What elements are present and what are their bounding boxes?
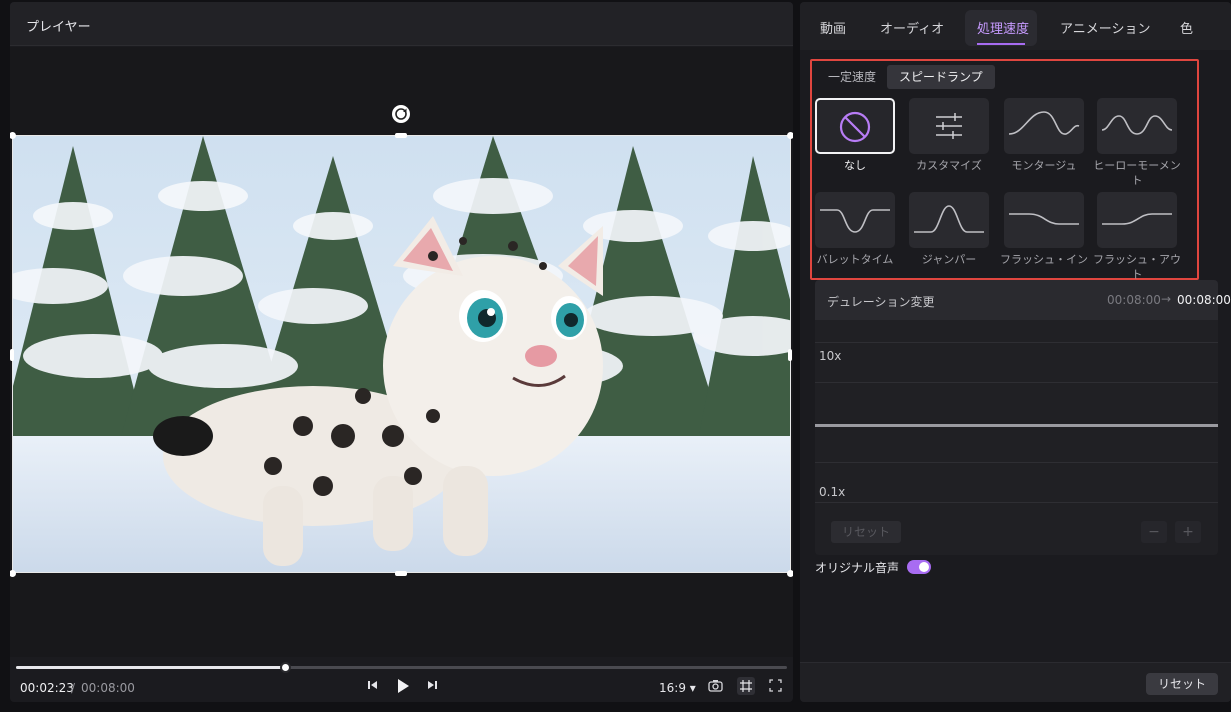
preset-bullet-time[interactable]: バレットタイム bbox=[815, 192, 897, 267]
jumper-curve-icon bbox=[914, 205, 984, 233]
preset-jumper[interactable]: ジャンパー bbox=[909, 192, 991, 267]
current-time: 00:02:23 bbox=[20, 681, 74, 695]
grid-line bbox=[815, 382, 1218, 383]
rotate-icon[interactable] bbox=[392, 105, 410, 123]
tab-speed-ramp[interactable]: スピードランプ bbox=[887, 65, 995, 89]
preset-montage[interactable]: モンタージュ bbox=[1004, 98, 1086, 173]
add-point-button[interactable]: + bbox=[1175, 521, 1201, 543]
preset-label: ジャンパー bbox=[921, 253, 977, 266]
preset-tile bbox=[1097, 98, 1177, 154]
video-thumbnail bbox=[13, 136, 790, 572]
fullscreen-icon[interactable] bbox=[769, 679, 782, 696]
prev-frame-icon[interactable] bbox=[367, 679, 379, 695]
preset-tile bbox=[1004, 192, 1084, 248]
preset-label: バレットタイム bbox=[816, 253, 894, 266]
preset-tile bbox=[909, 192, 989, 248]
playback-scrubber[interactable] bbox=[16, 662, 787, 673]
preset-none[interactable]: なし bbox=[815, 98, 897, 173]
original-audio-label: オリジナル音声 bbox=[815, 561, 900, 575]
tab-speed[interactable]: 処理速度 bbox=[977, 18, 1029, 37]
preset-customize[interactable]: カスタマイズ bbox=[909, 98, 991, 173]
resize-handle-bl[interactable] bbox=[10, 570, 16, 577]
time-separator: / bbox=[71, 681, 76, 695]
preset-tile bbox=[1097, 192, 1177, 248]
resize-handle-top[interactable] bbox=[395, 133, 407, 138]
next-frame-icon[interactable] bbox=[426, 679, 438, 695]
active-tab-underline bbox=[977, 43, 1025, 45]
preset-tile bbox=[815, 98, 895, 154]
preset-flash-in[interactable]: フラッシュ・イン bbox=[1000, 192, 1088, 267]
inspector-panel: 動画 オーディオ 処理速度 アニメーション 色 一定速度 スピードランプ なし bbox=[800, 2, 1231, 702]
inspector-tabs: 動画 オーディオ 処理速度 アニメーション 色 bbox=[800, 2, 1231, 50]
preset-hero-moment[interactable]: ヒーローモーメント bbox=[1093, 98, 1181, 188]
none-circle-icon bbox=[839, 111, 871, 143]
duration-old: 00:08:00 bbox=[1107, 293, 1161, 307]
reset-button[interactable]: リセット bbox=[1146, 673, 1218, 695]
duration-change-row: デュレーション変更 00:08:00 → 00:08:00 bbox=[815, 280, 1231, 320]
y-max-label: 10x bbox=[819, 349, 842, 363]
grid-line bbox=[815, 342, 1218, 343]
video-frame[interactable] bbox=[12, 135, 791, 573]
remove-point-button[interactable]: − bbox=[1141, 521, 1167, 543]
scrubber-fill bbox=[16, 666, 286, 669]
duration-new: 00:08:00 bbox=[1177, 293, 1231, 307]
toggle-knob bbox=[919, 562, 929, 572]
preset-label: カスタマイズ bbox=[916, 159, 982, 172]
resize-handle-right[interactable] bbox=[788, 349, 792, 361]
y-min-label: 0.1x bbox=[819, 485, 846, 499]
montage-curve-icon bbox=[1008, 111, 1080, 135]
grid-line bbox=[815, 502, 1218, 503]
grid-line bbox=[815, 462, 1218, 463]
snapshot-icon[interactable] bbox=[708, 679, 723, 696]
speed-curve-graph[interactable]: 10x 0.1x リセット − + bbox=[815, 320, 1218, 555]
tab-audio[interactable]: オーディオ bbox=[880, 18, 944, 37]
preset-label: フラッシュ・イン bbox=[1000, 253, 1088, 266]
total-time: 00:08:00 bbox=[81, 681, 135, 695]
preview-viewport bbox=[10, 47, 793, 657]
aspect-ratio-dropdown[interactable]: 16:9 ▾ bbox=[659, 681, 696, 695]
graph-reset-button[interactable]: リセット bbox=[831, 521, 901, 543]
preset-tile bbox=[1004, 98, 1084, 154]
preset-tile bbox=[909, 98, 989, 154]
preset-label: なし bbox=[844, 159, 866, 172]
resize-handle-left[interactable] bbox=[10, 349, 14, 361]
grid-icon[interactable] bbox=[737, 677, 755, 699]
preset-label: モンタージュ bbox=[1011, 159, 1077, 172]
app-root: プレイヤー 00:02:23 / 00:08:00 16:9 ▾ 動画 オーディ… bbox=[0, 0, 1231, 712]
flash-in-curve-icon bbox=[1009, 213, 1079, 225]
player-title: プレイヤー bbox=[26, 20, 91, 35]
resize-handle-tr[interactable] bbox=[787, 132, 793, 139]
scrubber-knob[interactable] bbox=[279, 662, 291, 673]
preset-tile bbox=[815, 192, 895, 248]
resize-handle-bottom[interactable] bbox=[395, 571, 407, 576]
flash-out-curve-icon bbox=[1102, 213, 1172, 225]
tab-color[interactable]: 色 bbox=[1180, 18, 1193, 37]
sliders-icon bbox=[936, 113, 962, 139]
preset-flash-out[interactable]: フラッシュ・アウト bbox=[1093, 192, 1181, 282]
duration-arrow-icon: → bbox=[1161, 292, 1172, 306]
resize-handle-br[interactable] bbox=[787, 570, 793, 577]
speed-curve-line[interactable] bbox=[815, 424, 1218, 427]
player-panel: プレイヤー 00:02:23 / 00:08:00 16:9 ▾ bbox=[10, 2, 793, 702]
preset-label: ヒーローモーメント bbox=[1093, 159, 1181, 187]
player-header: プレイヤー bbox=[10, 2, 793, 46]
preset-label: フラッシュ・アウト bbox=[1093, 253, 1181, 281]
duration-label: デュレーション変更 bbox=[827, 295, 935, 309]
hero-curve-icon bbox=[1101, 115, 1173, 135]
tab-constant-speed[interactable]: 一定速度 bbox=[816, 65, 888, 89]
tab-video[interactable]: 動画 bbox=[820, 18, 846, 37]
bullet-curve-icon bbox=[820, 209, 890, 233]
tab-animation[interactable]: アニメーション bbox=[1060, 18, 1150, 37]
original-audio-toggle[interactable] bbox=[907, 560, 931, 574]
inspector-footer: リセット bbox=[800, 662, 1231, 702]
play-icon[interactable] bbox=[396, 678, 410, 698]
